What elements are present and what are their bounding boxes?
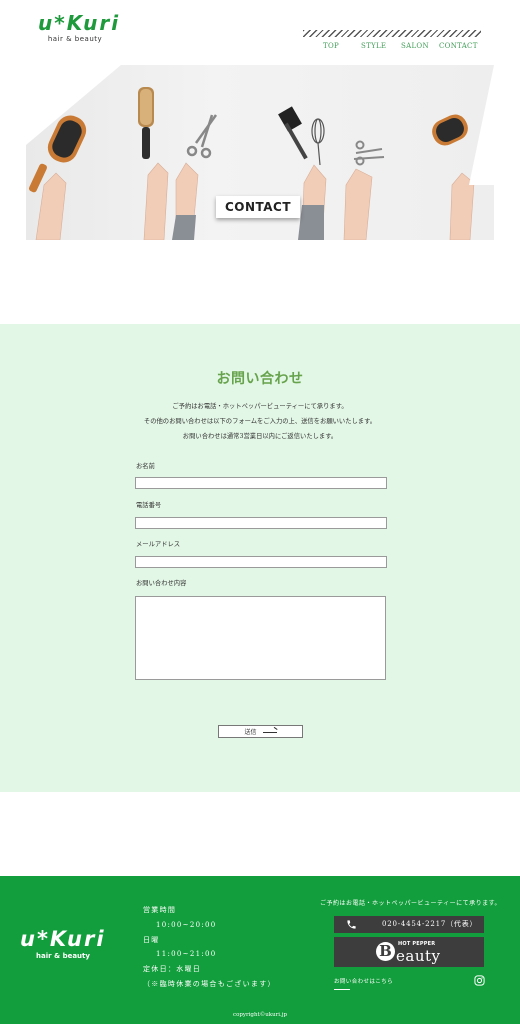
sunday-value: 11:00~21:00 xyxy=(156,950,217,959)
footer-logo-tagline: hair & beauty xyxy=(36,952,90,960)
paddle-brush-right xyxy=(432,114,468,146)
phone-icon xyxy=(347,920,356,929)
intro-line-2: その他のお問い合わせは以下のフォームをご入力の上、送信をお願いいたします。 xyxy=(143,418,377,425)
message-textarea[interactable] xyxy=(135,596,386,680)
contact-link-underline xyxy=(334,989,350,990)
submit-label: 送信 xyxy=(244,729,257,736)
site-logo[interactable]: u*Kuri hair & beauty xyxy=(38,11,121,46)
footer-logo-wordmark: u*Kuri xyxy=(20,927,106,951)
hotpepper-logo-icon: B xyxy=(376,942,395,961)
form-title: お問い合わせ xyxy=(216,371,304,387)
reserve-note: ご予約はお電話・ホットペッパービューティーにて承ります。 xyxy=(320,900,502,907)
message-label: お問い合わせ内容 xyxy=(136,580,187,587)
hero-banner: CONTACT xyxy=(26,65,494,240)
phone-label: 電話番号 xyxy=(136,502,162,509)
nav-item-contact[interactable]: CONTACT xyxy=(439,42,478,50)
site-footer: u*Kuri hair & beauty 営業時間 10:00~20:00 日曜… xyxy=(0,876,520,1024)
name-input[interactable] xyxy=(135,477,387,489)
footer-logo[interactable]: u*Kuri hair & beauty xyxy=(20,928,106,964)
intro-line-1: ご予約はお電話・ホットペッパービューティーにて承ります。 xyxy=(172,403,348,410)
submit-button[interactable]: 送信 xyxy=(218,725,303,738)
phone-input[interactable] xyxy=(135,517,387,529)
hotpepper-beauty-button[interactable]: B HOT PEPPER eauty xyxy=(334,937,484,967)
contact-form-section: お問い合わせ ご予約はお電話・ホットペッパービューティーにて承ります。 その他の… xyxy=(0,324,520,792)
hours-label: 営業時間 xyxy=(143,906,177,914)
hotpepper-big-text: eauty xyxy=(396,947,441,965)
closed-note: （※臨時休業の場合もございます） xyxy=(143,979,276,988)
phone-number: 020-4454-2217（代表） xyxy=(382,920,478,928)
hero-corner-cut-right xyxy=(469,65,494,185)
whisk xyxy=(311,118,325,166)
hero-page-title: CONTACT xyxy=(216,196,300,218)
logo-wordmark: u*Kuri xyxy=(38,11,121,35)
scissors-2 xyxy=(353,140,385,166)
hours-value: 10:00~20:00 xyxy=(156,920,217,929)
form-intro: ご予約はお電話・ホットペッパービューティーにて承ります。 その他のお問い合わせは… xyxy=(0,399,520,444)
footer-contact-link[interactable]: お問い合わせはこちら xyxy=(334,977,393,985)
email-input[interactable] xyxy=(135,556,387,568)
scissors-1 xyxy=(186,114,218,159)
logo-tagline: hair & beauty xyxy=(47,35,103,43)
intro-line-3: お問い合わせは通常3営業日以内にご返信いたします。 xyxy=(182,433,338,440)
phone-button[interactable]: 020-4454-2217（代表） xyxy=(334,916,484,933)
name-label: お名前 xyxy=(136,463,155,470)
site-header: u*Kuri hair & beauty TOP STYLE SALON CON… xyxy=(0,0,520,62)
instagram-icon[interactable] xyxy=(474,975,485,986)
closed-day: 定休日：水曜日 xyxy=(143,965,202,974)
business-hours: 営業時間 10:00~20:00 日曜 11:00~21:00 定休日：水曜日 … xyxy=(143,903,303,992)
arrow-right-icon xyxy=(262,729,277,735)
email-label: メールアドレス xyxy=(136,541,181,548)
sunday-label: 日曜 xyxy=(143,935,160,944)
nav-decorative-stripes xyxy=(303,30,481,37)
tint-brush xyxy=(278,106,308,160)
round-brush xyxy=(138,87,154,159)
nav-item-top[interactable]: TOP xyxy=(323,42,339,50)
copyright: copyright©ukuri.jp xyxy=(233,1012,287,1018)
nav-item-salon[interactable]: SALON xyxy=(401,42,429,50)
hero-corner-cut-left xyxy=(26,65,121,145)
main-nav: TOP STYLE SALON CONTACT xyxy=(303,42,483,54)
nav-item-style[interactable]: STYLE xyxy=(361,42,386,50)
